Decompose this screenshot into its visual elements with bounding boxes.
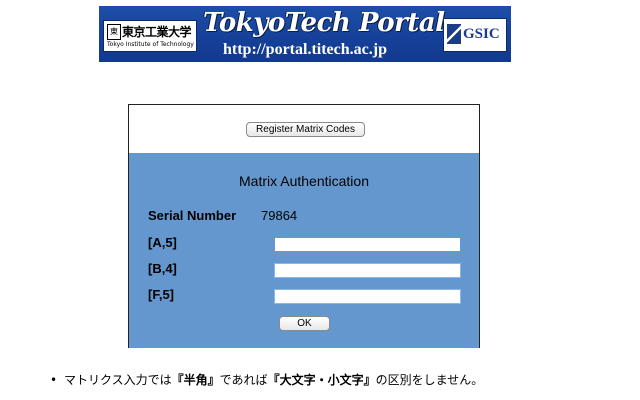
note-bullet: • — [50, 373, 58, 387]
note-bold-1: 『半角』 — [171, 373, 220, 387]
gsic-logo: GSIC — [443, 18, 507, 52]
register-matrix-codes-button[interactable]: Register Matrix Codes — [246, 122, 365, 137]
matrix-input-3[interactable] — [274, 289, 461, 304]
gsic-logo-text: GSIC — [463, 26, 500, 42]
matrix-auth-title: Matrix Authentication — [239, 173, 369, 189]
titech-logo: 東 東京工業大学 Tokyo Institute of Technology — [103, 20, 197, 52]
portal-title: TokyoTech Portal — [203, 8, 445, 38]
serial-number-label: Serial Number — [148, 208, 237, 223]
matrix-field-label-2: [B,4] — [148, 261, 177, 276]
matrix-input-2[interactable] — [274, 263, 461, 278]
portal-banner: 東 東京工業大学 Tokyo Institute of Technology T… — [99, 6, 511, 62]
serial-number-value: 79864 — [261, 208, 298, 223]
logo-japanese-name: 東京工業大学 — [122, 25, 192, 39]
note-text-3: の区別をしません。 — [375, 373, 484, 387]
panel-body: Matrix Authentication Serial Number 7986… — [129, 153, 479, 348]
matrix-field-label-1: [A,5] — [148, 235, 177, 250]
portal-url: http://portal.titech.ac.jp — [223, 41, 387, 58]
matrix-field-label-3: [F,5] — [148, 287, 174, 302]
logo-english-name: Tokyo Institute of Technology — [107, 41, 194, 48]
titech-emblem-icon: 東 — [107, 24, 121, 40]
note-bold-2: 『大文字・小文字』 — [267, 373, 376, 387]
gsic-emblem-icon — [447, 24, 461, 44]
ok-button[interactable]: OK — [279, 316, 330, 331]
matrix-auth-panel: Register Matrix Codes Matrix Authenticat… — [128, 104, 480, 348]
input-note: • マトリクス入力では『半角』であれば『大文字・小文字』の区別をしません。 — [50, 371, 483, 388]
matrix-input-1[interactable] — [274, 237, 461, 252]
note-text-2: であれば — [219, 373, 268, 387]
note-text-1: マトリクス入力では — [64, 373, 172, 387]
panel-top-bar: Register Matrix Codes — [129, 105, 479, 154]
